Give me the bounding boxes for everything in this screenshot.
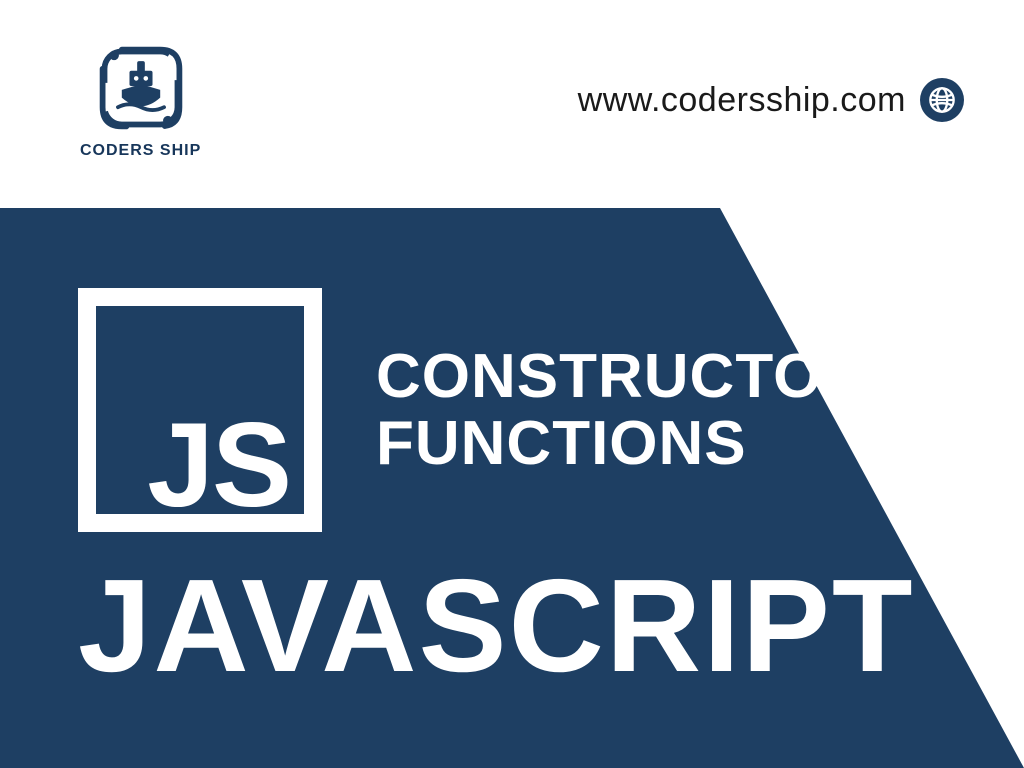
globe-icon [920,78,964,122]
website-url-block: www.codersship.com [578,78,964,122]
ship-logo-icon [93,40,189,136]
brand-name: CODERS SHIP [80,142,201,160]
hero-top-row: JS CONSTRUCTOR FUNCTIONS [78,288,984,532]
js-badge-text: JS [147,416,290,514]
hero-panel: JS CONSTRUCTOR FUNCTIONS JAVASCRIPT [0,208,1024,768]
language-title: JAVASCRIPT [78,560,984,692]
js-badge: JS [78,288,322,532]
brand-logo: CODERS SHIP [80,40,201,160]
topic-line-2: FUNCTIONS [376,411,868,476]
website-url[interactable]: www.codersship.com [578,81,906,120]
header: CODERS SHIP www.codersship.com [0,0,1024,200]
topic-line-1: CONSTRUCTOR [376,344,868,409]
hero-content: JS CONSTRUCTOR FUNCTIONS JAVASCRIPT [78,248,984,738]
topic-title: CONSTRUCTOR FUNCTIONS [376,344,868,476]
stage: CODERS SHIP www.codersship.com JS [0,0,1024,768]
